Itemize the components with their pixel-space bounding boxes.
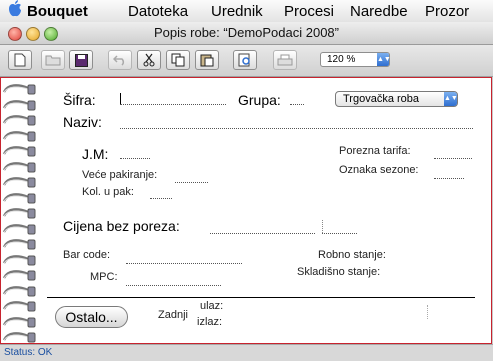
robno-stanje-label: Robno stanje: <box>318 249 386 261</box>
oznaka-sezone-label: Oznaka sezone: <box>339 164 419 176</box>
open-folder-icon[interactable] <box>41 50 65 70</box>
spiral-ring <box>2 222 36 234</box>
spiral-ring <box>2 268 36 281</box>
spiral-ring <box>2 113 36 126</box>
status-bar: Status: OK <box>0 344 493 361</box>
jm-label: J.M: <box>82 146 109 162</box>
vece-pakiranje-label: Veće pakiranje: <box>82 169 158 181</box>
undo-icon[interactable] <box>108 50 132 70</box>
menu-naredbe[interactable]: Naredbe <box>350 3 408 20</box>
chevron-updown-icon: ▲▼ <box>444 92 458 106</box>
copy-icon[interactable] <box>166 50 190 70</box>
spiral-ring <box>2 175 36 188</box>
grupa-code-field[interactable] <box>290 104 304 105</box>
spiral-ring <box>2 284 36 296</box>
grupa-value: Trgovačka roba <box>343 93 420 105</box>
mpc-label: MPC: <box>90 271 118 283</box>
spiral-ring <box>2 206 36 219</box>
spiral-ring <box>2 191 36 203</box>
valuta-field[interactable] <box>322 233 357 234</box>
apple-icon[interactable] <box>8 0 22 22</box>
spiral-ring <box>2 82 36 95</box>
spiral-ring <box>2 144 36 157</box>
jm-field[interactable] <box>120 158 150 159</box>
chevron-updown-icon: ▲▼ <box>377 53 391 66</box>
toolbar: 120 % ▲▼ <box>0 45 493 77</box>
spiral-ring <box>2 315 36 327</box>
valuta-field-edge <box>322 220 324 233</box>
mpc-field[interactable] <box>126 285 221 286</box>
spiral-ring <box>2 299 36 312</box>
porezna-tarifa-field[interactable] <box>434 158 472 159</box>
window-title: Popis robe: “DemoPodaci 2008” <box>154 25 339 40</box>
new-document-icon[interactable] <box>8 50 32 70</box>
cut-icon[interactable] <box>137 50 161 70</box>
status-text: Status: OK <box>4 347 53 358</box>
spiral-ring <box>2 330 36 343</box>
zadnji-izlaz-label: izlaz: <box>197 316 223 328</box>
zoom-value: 120 % <box>327 54 356 65</box>
ostalo-button[interactable]: Ostalo... <box>55 306 128 328</box>
save-icon[interactable] <box>69 50 93 70</box>
kol-u-pak-label: Kol. u pak: <box>82 186 134 198</box>
divider <box>47 297 475 298</box>
spiral-ring <box>2 160 36 172</box>
cijena-bez-poreza-label: Cijena bez poreza: <box>63 218 180 234</box>
search-icon[interactable] <box>233 50 257 70</box>
cijena-field[interactable] <box>210 233 315 234</box>
menu-bar: Bouquet Datoteka Urednik Procesi Naredbe… <box>0 0 493 23</box>
grupa-label: Grupa: <box>238 92 281 108</box>
sifra-field[interactable] <box>120 104 226 105</box>
vece-pakiranje-field[interactable] <box>175 182 208 183</box>
spiral-ring <box>2 253 36 265</box>
naziv-label: Naziv: <box>63 114 102 130</box>
sifra-label: Šifra: <box>63 92 96 108</box>
bar-code-field[interactable] <box>126 263 242 264</box>
print-icon[interactable] <box>273 50 297 70</box>
kol-u-pak-field[interactable] <box>150 198 172 199</box>
porezna-tarifa-label: Porezna tarifa: <box>339 145 411 157</box>
window-title-bar: Popis robe: “DemoPodaci 2008” <box>0 22 493 45</box>
bar-code-label: Bar code: <box>63 249 111 261</box>
menu-app-bouquet[interactable]: Bouquet <box>27 3 88 20</box>
menu-urednik[interactable]: Urednik <box>211 3 263 20</box>
spiral-ring <box>2 237 36 250</box>
skladisno-stanje-label: Skladišno stanje: <box>297 266 381 278</box>
oznaka-sezone-field[interactable] <box>434 178 464 179</box>
menu-procesi[interactable]: Procesi <box>284 3 334 20</box>
scroll-marker <box>427 305 429 319</box>
zadnji-ulaz-label: ulaz: <box>200 300 224 312</box>
spiral-ring <box>2 129 36 141</box>
menu-datoteka[interactable]: Datoteka <box>128 3 188 20</box>
paste-icon[interactable] <box>195 50 219 70</box>
zadnji-label: Zadnji <box>158 309 188 321</box>
grupa-select[interactable]: Trgovačka roba ▲▼ <box>335 91 458 107</box>
menu-prozor[interactable]: Prozor <box>425 3 469 20</box>
text-cursor <box>120 93 121 104</box>
naziv-field[interactable] <box>120 128 473 129</box>
spiral-ring <box>2 98 36 110</box>
zoom-select[interactable]: 120 % ▲▼ <box>320 52 391 67</box>
